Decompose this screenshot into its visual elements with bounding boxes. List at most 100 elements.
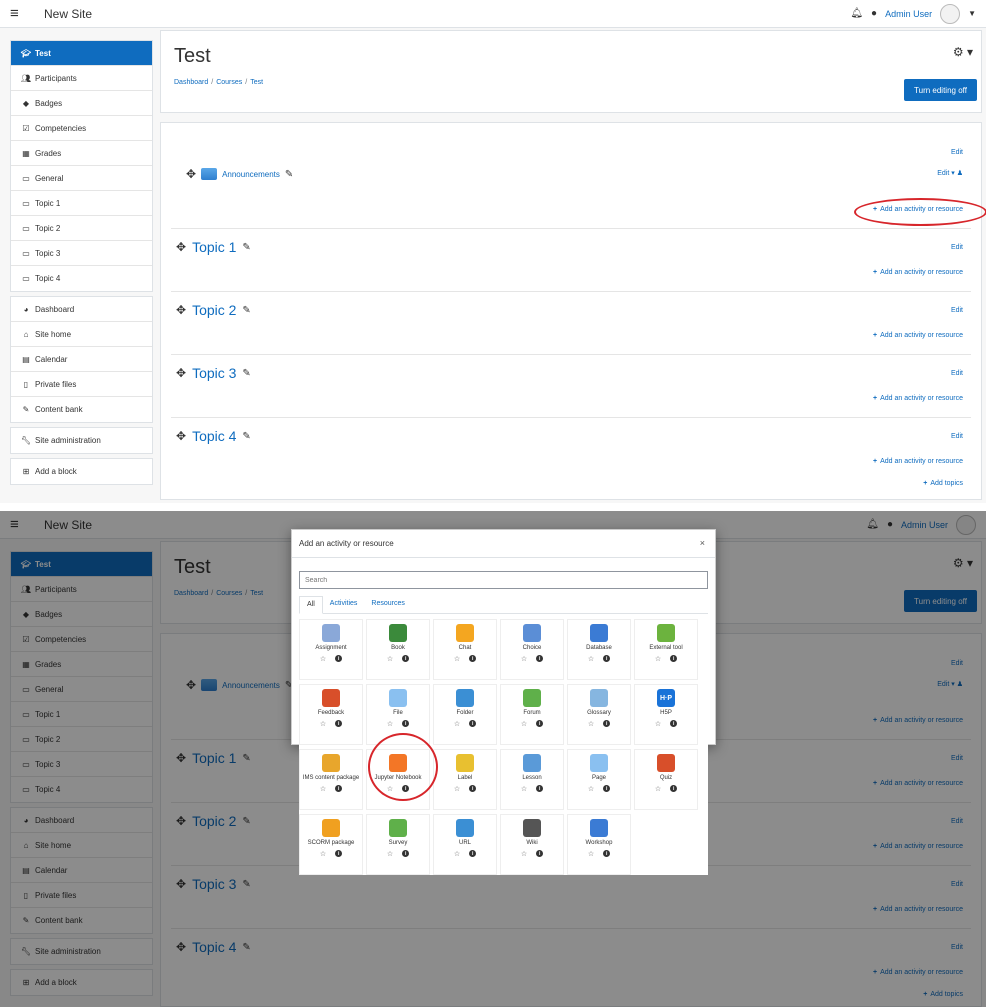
star-icon[interactable]: ☆ (320, 785, 326, 793)
star-icon[interactable]: ☆ (588, 785, 594, 793)
star-icon[interactable]: ☆ (320, 655, 326, 663)
breadcrumb-courses[interactable]: Courses (216, 79, 242, 86)
info-icon[interactable]: i (335, 850, 343, 857)
module-label[interactable]: Label ☆ i (433, 749, 497, 810)
module-label[interactable]: Choice (523, 645, 542, 652)
move-icon[interactable]: ✥ (176, 429, 186, 443)
module-label[interactable]: External tool (649, 645, 682, 652)
module-book[interactable]: Book ☆ i (366, 619, 430, 680)
section-edit-menu[interactable]: Edit (951, 149, 963, 156)
breadcrumb-dashboard[interactable]: Dashboard (174, 79, 208, 86)
module-label[interactable]: IMS content package (303, 775, 359, 782)
star-icon[interactable]: ☆ (655, 655, 661, 663)
move-icon[interactable]: ✥ (176, 303, 186, 317)
module-page[interactable]: Page ☆ i (567, 749, 631, 810)
star-icon[interactable]: ☆ (521, 785, 527, 793)
star-icon[interactable]: ☆ (320, 850, 326, 858)
sidebar-item-topic-2[interactable]: ▭ Topic 2 (11, 216, 152, 241)
star-icon[interactable]: ☆ (588, 720, 594, 728)
star-icon[interactable]: ☆ (387, 720, 393, 728)
sidebar-item-site-home[interactable]: ⌂ Site home (11, 322, 152, 347)
pencil-icon[interactable]: ✎ (242, 242, 250, 253)
close-icon[interactable]: × (700, 538, 705, 548)
sidebar-item-site-administration[interactable]: 🔧︎ Site administration (11, 428, 152, 453)
module-label[interactable]: Database (586, 645, 612, 652)
module-glossary[interactable]: Glossary ☆ i (567, 684, 631, 745)
sidebar-item-topic-3[interactable]: ▭ Topic 3 (11, 241, 152, 266)
section-title[interactable]: ✥ Topic 2 ✎ (176, 302, 251, 318)
module-label[interactable]: Survey (389, 840, 408, 847)
add-activity-link[interactable]: + Add an activity or resource (873, 269, 963, 276)
module-package[interactable]: IMS content package ☆ i (299, 749, 363, 810)
module-megaphone[interactable]: Feedback ☆ i (299, 684, 363, 745)
module-label[interactable]: URL (459, 840, 471, 847)
pencil-icon[interactable]: ✎ (242, 431, 250, 442)
pencil-icon[interactable]: ✎ (285, 169, 293, 180)
announcements-link[interactable]: Announcements (222, 170, 280, 179)
module-quiz[interactable]: Quiz ☆ i (634, 749, 698, 810)
info-icon[interactable]: i (670, 785, 678, 792)
module-survey[interactable]: Survey ☆ i (366, 814, 430, 875)
avatar[interactable] (940, 3, 961, 24)
module-label[interactable]: Book (391, 645, 405, 652)
gear-icon[interactable]: ⚙ ▾ (953, 45, 973, 59)
section-edit-menu[interactable]: Edit (951, 244, 963, 251)
turn-editing-off-button[interactable]: Turn editing off (904, 79, 977, 101)
module-scorm[interactable]: SCORM package ☆ i (299, 814, 363, 875)
add-activity-link[interactable]: + Add an activity or resource (873, 395, 963, 402)
add-block-button[interactable]: ⊞ Add a block (11, 459, 152, 484)
star-icon[interactable]: ☆ (320, 720, 326, 728)
move-icon[interactable]: ✥ (186, 167, 196, 181)
module-label[interactable]: Wiki (526, 840, 537, 847)
module-choice[interactable]: Choice ☆ i (500, 619, 564, 680)
sidebar-item-general[interactable]: ▭ General (11, 166, 152, 191)
sidebar-item-content-bank[interactable]: ✎ Content bank (11, 397, 152, 422)
info-icon[interactable]: i (469, 785, 477, 792)
module-label[interactable]: H5P (660, 710, 672, 717)
star-icon[interactable]: ☆ (588, 850, 594, 858)
sidebar-item-topic-4[interactable]: ▭ Topic 4 (11, 266, 152, 291)
module-h5p[interactable]: H·P H5P ☆ i (634, 684, 698, 745)
info-icon[interactable]: i (402, 850, 410, 857)
section-edit-menu[interactable]: Edit (951, 370, 963, 377)
module-chat[interactable]: Chat ☆ i (433, 619, 497, 680)
module-label[interactable]: Folder (456, 710, 473, 717)
star-icon[interactable]: ☆ (655, 785, 661, 793)
module-label[interactable]: Lesson (522, 775, 541, 782)
info-icon[interactable]: i (335, 720, 343, 727)
site-name[interactable]: New Site (44, 7, 92, 21)
announcements-activity[interactable]: ✥ Announcements ✎ (186, 167, 293, 181)
module-label[interactable]: Feedback (318, 710, 344, 717)
module-assignment[interactable]: Assignment ☆ i (299, 619, 363, 680)
section-title[interactable]: ✥ Topic 1 ✎ (176, 239, 251, 255)
module-label[interactable]: Glossary (587, 710, 611, 717)
pencil-icon[interactable]: ✎ (242, 305, 250, 316)
module-label[interactable]: Label (458, 775, 473, 782)
hamburger-icon[interactable]: ≡ (10, 5, 32, 22)
move-icon[interactable]: ✥ (176, 240, 186, 254)
add-topics-link[interactable]: + Add topics (923, 480, 963, 487)
tab-activities[interactable]: Activities (323, 596, 365, 613)
info-icon[interactable]: i (536, 850, 544, 857)
star-icon[interactable]: ☆ (588, 655, 594, 663)
star-icon[interactable]: ☆ (454, 655, 460, 663)
section-edit-menu[interactable]: Edit (951, 307, 963, 314)
module-label[interactable]: Assignment (315, 645, 346, 652)
sidebar-item-grades[interactable]: ▦ Grades (11, 141, 152, 166)
sidebar-item-participants[interactable]: 👥︎ Participants (11, 66, 152, 91)
chevron-down-icon[interactable]: ▼ (968, 9, 976, 18)
breadcrumb-test[interactable]: Test (250, 79, 263, 86)
tab-all[interactable]: All (299, 596, 323, 614)
sidebar-item-dashboard[interactable]: ◕ Dashboard (11, 297, 152, 322)
star-icon[interactable]: ☆ (521, 720, 527, 728)
star-icon[interactable]: ☆ (454, 785, 460, 793)
add-activity-link[interactable]: + Add an activity or resource (873, 332, 963, 339)
module-label[interactable]: SCORM package (308, 840, 355, 847)
section-edit-menu[interactable]: Edit (951, 433, 963, 440)
activity-edit-menu[interactable]: Edit ▾ ♟ (937, 169, 963, 177)
module-label[interactable]: Chat (459, 645, 472, 652)
section-title[interactable]: ✥ Topic 4 ✎ (176, 428, 251, 444)
module-folder[interactable]: Folder ☆ i (433, 684, 497, 745)
info-icon[interactable]: i (335, 785, 343, 792)
star-icon[interactable]: ☆ (454, 720, 460, 728)
